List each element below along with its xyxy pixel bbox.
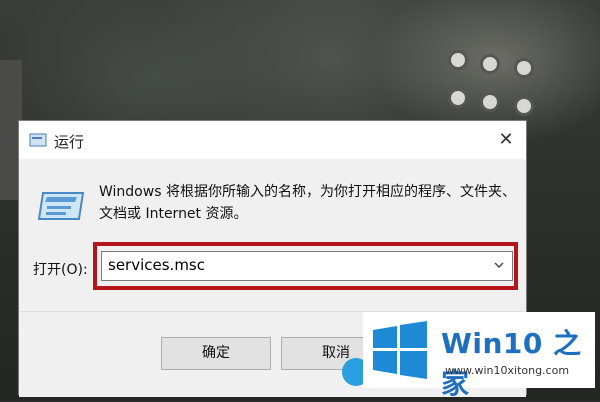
window-title: 运行 [54,133,85,151]
watermark-title: Win10 之家 [441,327,582,400]
background-guitar-head [440,40,550,130]
title-bar[interactable]: 运行 ✕ [19,121,526,159]
ok-button[interactable]: 确定 [161,337,271,370]
dialog-description: Windows 将根据你所输入的名称，为你打开相应的程序、文件夹、文档或 Int… [99,184,516,222]
watermark-url: www.win10xitong.com [445,364,570,377]
watermark: Win10 之家 www.win10xitong.com [363,312,595,400]
run-icon [37,192,85,220]
open-input-value[interactable]: services.msc [108,256,205,274]
close-button[interactable]: ✕ [492,127,520,153]
run-app-icon [29,133,47,147]
chevron-down-icon[interactable] [492,258,506,272]
open-combobox[interactable]: services.msc [101,251,513,281]
open-label: 打开(O): [33,262,88,278]
windows-logo-icon [373,321,427,379]
